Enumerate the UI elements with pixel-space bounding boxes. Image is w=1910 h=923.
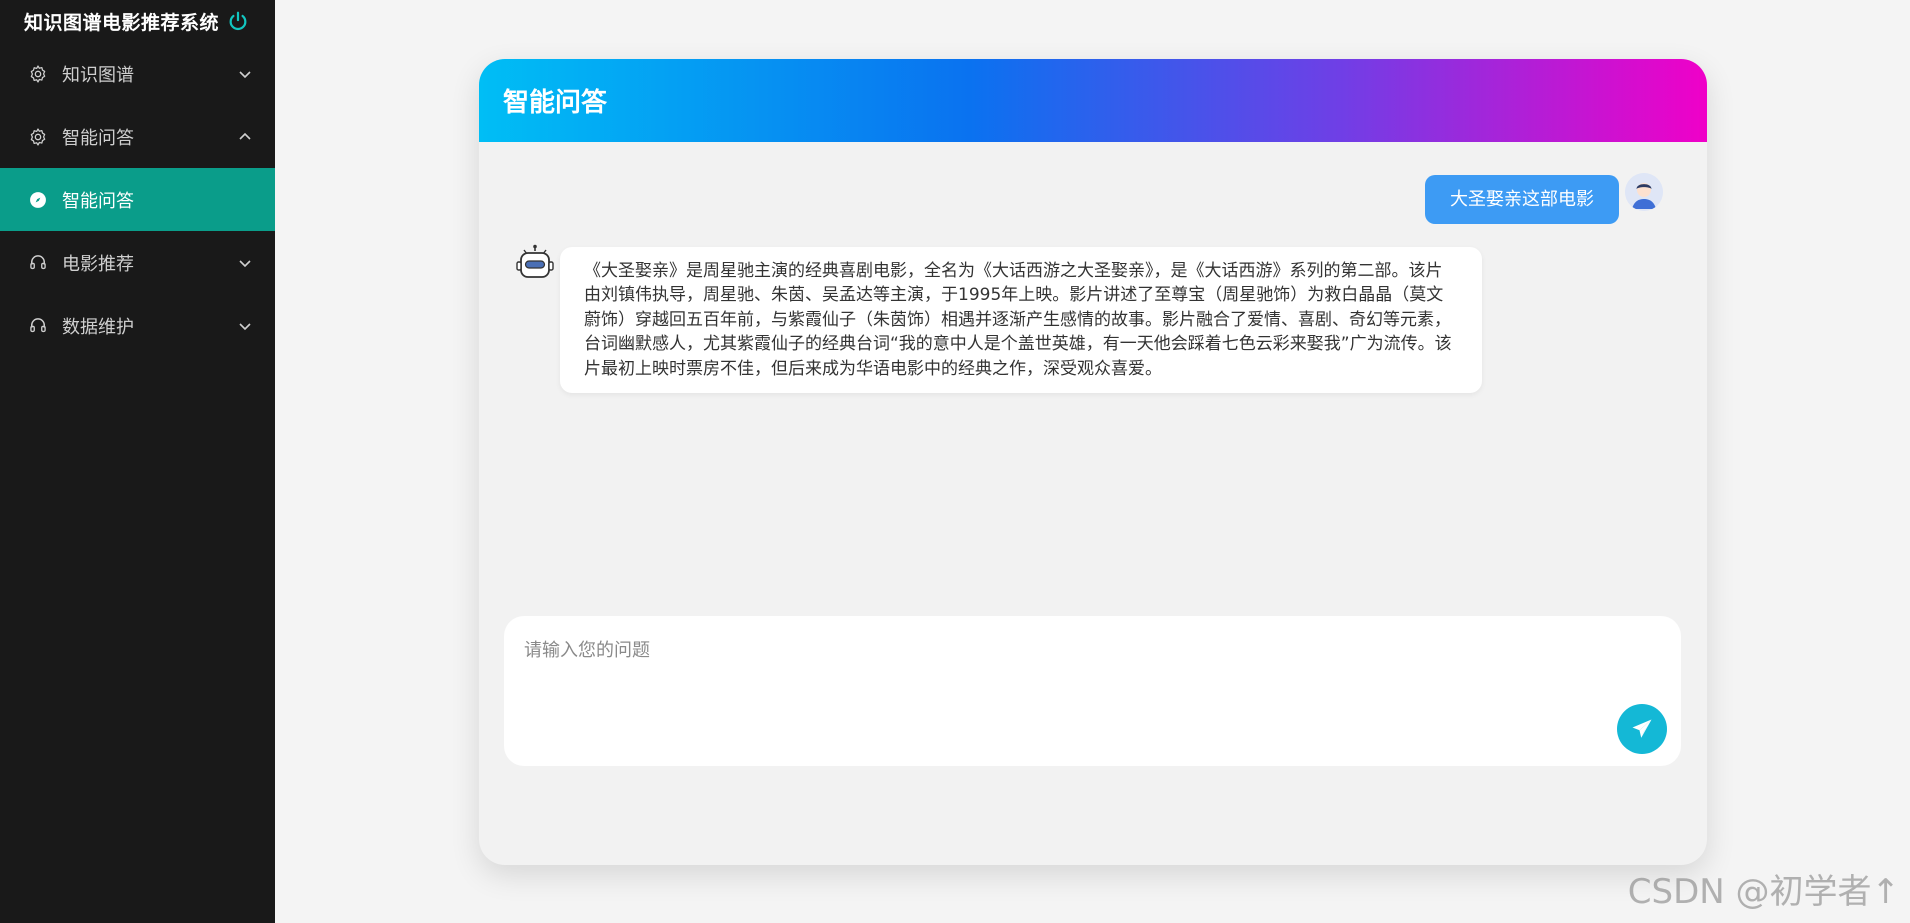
question-input[interactable] <box>522 634 1626 738</box>
robot-icon <box>516 244 554 278</box>
chevron-up-icon <box>239 132 251 140</box>
gear-icon <box>30 127 46 146</box>
user-avatar-icon <box>1625 173 1663 211</box>
sidebar-item-qa-group[interactable]: 智能问答 <box>0 105 275 168</box>
sidebar-item-movie-recommend[interactable]: 电影推荐 <box>0 231 275 294</box>
page-title: 智能问答 <box>503 88 608 118</box>
question-input-box <box>504 616 1681 766</box>
app-title: 知识图谱电影推荐系统 <box>0 0 275 42</box>
sidebar-item-label: 智能问答 <box>62 127 134 149</box>
headset-icon <box>30 254 46 269</box>
send-button[interactable] <box>1617 704 1667 754</box>
gear-icon <box>30 64 46 83</box>
app-root: 知识图谱电影推荐系统 知识图谱 智能问答 智能问答 电影推荐 数据维护 智能问答… <box>0 0 1910 923</box>
chat-header: 智能问答 <box>479 59 1707 142</box>
compass-icon <box>30 191 46 208</box>
user-avatar <box>1625 173 1663 211</box>
chevron-down-icon <box>239 70 251 78</box>
sidebar-item-label: 智能问答 <box>62 190 134 212</box>
sidebar-item-qa[interactable]: 智能问答 <box>0 168 275 231</box>
sidebar: 知识图谱电影推荐系统 知识图谱 智能问答 智能问答 电影推荐 数据维护 <box>0 0 275 923</box>
sidebar-item-label: 知识图谱 <box>62 64 134 86</box>
app-title-text: 知识图谱电影推荐系统 <box>24 11 220 34</box>
chevron-down-icon <box>239 259 251 267</box>
sidebar-item-label: 数据维护 <box>62 316 134 338</box>
bot-message: 《大圣娶亲》是周星驰主演的经典喜剧电影，全名为《大话西游之大圣娶亲》，是《大话西… <box>560 247 1482 394</box>
send-icon <box>1632 719 1652 738</box>
sidebar-item-label: 电影推荐 <box>62 253 134 275</box>
sidebar-item-knowledge-graph[interactable]: 知识图谱 <box>0 42 275 105</box>
chat-messages: 大圣娶亲这部电影 《大圣娶亲》是周星驰主演的经典喜剧电影，全名为《大话西游之大圣… <box>479 142 1707 602</box>
headset-icon <box>30 317 46 332</box>
chat-card: 智能问答 大圣娶亲这部电影 《大圣娶亲》是周星驰主演的经典喜剧电影，全名为《大话… <box>479 59 1707 865</box>
csdn-watermark: CSDN @初学者↑ <box>1627 872 1900 912</box>
power-icon[interactable] <box>227 10 249 32</box>
chevron-down-icon <box>239 322 251 330</box>
user-message: 大圣娶亲这部电影 <box>1425 175 1619 224</box>
sidebar-item-data-maintenance[interactable]: 数据维护 <box>0 294 275 357</box>
